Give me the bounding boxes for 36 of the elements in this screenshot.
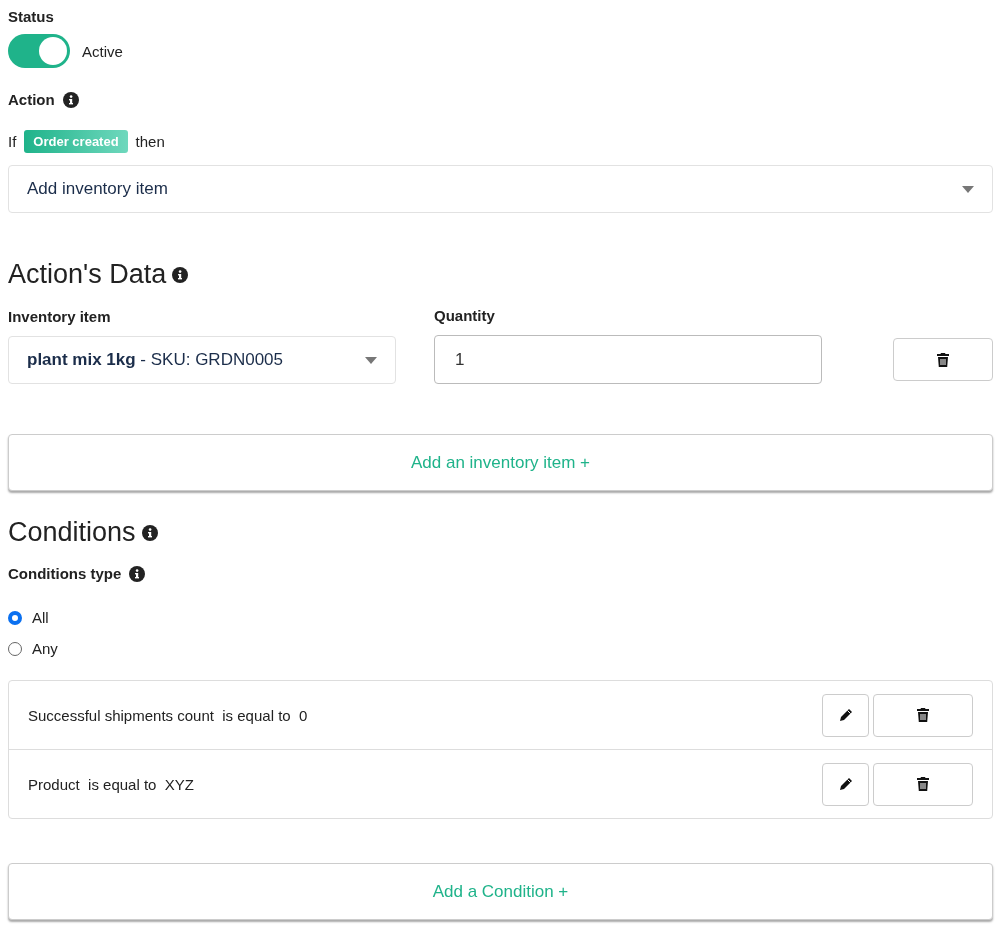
delete-button[interactable] bbox=[873, 693, 973, 737]
caret-icon bbox=[962, 185, 974, 193]
inventory-item-select[interactable]: plant mix 1kg - SKU: GRDN0005 bbox=[8, 336, 396, 384]
info-icon[interactable] bbox=[141, 524, 158, 541]
conditions-heading: Conditions bbox=[8, 517, 136, 548]
radio-label[interactable]: All bbox=[32, 609, 49, 626]
condition-text: Product is equal to XYZ bbox=[28, 775, 194, 793]
status-text: Active bbox=[82, 42, 123, 60]
action-select[interactable]: Add inventory item bbox=[8, 165, 993, 213]
radio-button[interactable] bbox=[8, 610, 22, 625]
delete-button[interactable] bbox=[893, 338, 993, 381]
radio-label[interactable]: Any bbox=[32, 640, 58, 657]
trash-icon bbox=[917, 777, 929, 791]
caret-icon bbox=[365, 356, 377, 364]
trigger-badge: Order created bbox=[24, 130, 128, 153]
trash-icon bbox=[937, 352, 949, 367]
info-icon[interactable] bbox=[172, 266, 189, 283]
quantity-field[interactable]: 1 bbox=[434, 335, 822, 384]
status-toggle[interactable] bbox=[8, 34, 70, 68]
pencil-icon bbox=[838, 708, 853, 722]
info-icon[interactable] bbox=[129, 565, 146, 582]
condition-text: Successful shipments count is equal to 0 bbox=[28, 706, 308, 724]
edit-button[interactable] bbox=[822, 693, 869, 737]
actions-data-heading: Action's Data bbox=[8, 259, 167, 290]
delete-button[interactable] bbox=[873, 762, 973, 806]
trash-icon bbox=[917, 708, 929, 722]
conditions-type-label: Conditions type bbox=[8, 565, 122, 582]
if-text: If bbox=[8, 133, 17, 150]
edit-button[interactable] bbox=[822, 762, 869, 806]
pencil-icon bbox=[838, 777, 853, 791]
status-label: Status bbox=[8, 8, 54, 25]
info-icon[interactable] bbox=[62, 91, 79, 108]
then-text: then bbox=[135, 133, 165, 150]
action-label: Action bbox=[8, 91, 55, 108]
quantity-label: Quantity bbox=[434, 307, 495, 324]
inventory-item-label: Inventory item bbox=[8, 308, 111, 325]
